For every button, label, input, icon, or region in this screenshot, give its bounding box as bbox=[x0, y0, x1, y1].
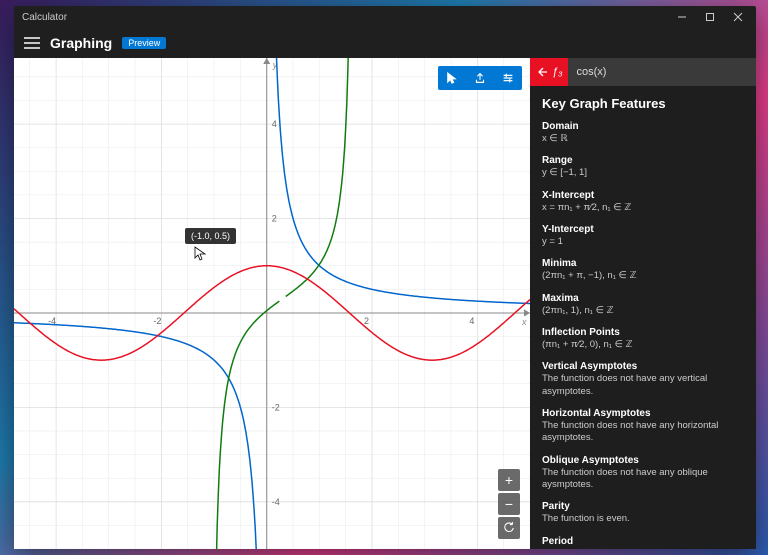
feature-name: Y-Intercept bbox=[542, 224, 744, 235]
feature-item: X-Interceptx = πn₁ + π⁄2, n₁ ∈ ℤ bbox=[542, 190, 744, 214]
feature-item: Minima(2πn₁ + π, −1), n₁ ∈ ℤ bbox=[542, 258, 744, 282]
feature-value: x = πn₁ + π⁄2, n₁ ∈ ℤ bbox=[542, 202, 744, 214]
feature-value: y ∈ [−1, 1] bbox=[542, 167, 744, 179]
feature-value: The function does not have any vertical … bbox=[542, 373, 744, 398]
preview-badge: Preview bbox=[122, 37, 166, 49]
content-area: -4-224-4-224xy (-1.0, 0.5) + − ƒ₃ cos(x) bbox=[14, 58, 756, 549]
feature-item: Horizontal AsymptotesThe function does n… bbox=[542, 408, 744, 445]
feature-value: x ∈ ℝ bbox=[542, 133, 744, 145]
menu-icon[interactable] bbox=[24, 36, 40, 50]
features-title: Key Graph Features bbox=[542, 96, 744, 111]
svg-text:x: x bbox=[521, 317, 527, 327]
back-button[interactable]: ƒ₃ bbox=[530, 58, 568, 86]
feature-name: Vertical Asymptotes bbox=[542, 361, 744, 372]
titlebar: Calculator bbox=[14, 6, 756, 28]
feature-item: Y-Intercepty = 1 bbox=[542, 224, 744, 248]
mode-title: Graphing bbox=[50, 35, 112, 51]
feature-value: The function is even. bbox=[542, 513, 744, 525]
feature-name: Horizontal Asymptotes bbox=[542, 408, 744, 419]
feature-name: Oblique Asymptotes bbox=[542, 455, 744, 466]
share-button[interactable] bbox=[466, 66, 494, 90]
zoom-controls: + − bbox=[498, 469, 520, 539]
zoom-out-button[interactable]: − bbox=[498, 493, 520, 515]
feature-name: Domain bbox=[542, 121, 744, 132]
feature-name: Parity bbox=[542, 501, 744, 512]
svg-text:4: 4 bbox=[272, 119, 277, 129]
feature-value: 2π bbox=[542, 548, 744, 549]
features-list: Domainx ∈ ℝRangey ∈ [−1, 1]X-Interceptx … bbox=[542, 121, 744, 549]
graph-canvas[interactable]: -4-224-4-224xy (-1.0, 0.5) + − bbox=[14, 58, 530, 549]
svg-text:-2: -2 bbox=[272, 402, 280, 412]
feature-item: Maxima(2πn₁, 1), n₁ ∈ ℤ bbox=[542, 293, 744, 317]
feature-name: Minima bbox=[542, 258, 744, 269]
feature-item: Inflection Points(πn₁ + π⁄2, 0), n₁ ∈ ℤ bbox=[542, 327, 744, 351]
arrow-left-icon bbox=[536, 66, 548, 78]
close-button[interactable] bbox=[724, 7, 752, 27]
feature-value: (2πn₁, 1), n₁ ∈ ℤ bbox=[542, 305, 744, 317]
feature-value: y = 1 bbox=[542, 236, 744, 248]
app-window: Calculator Graphing Preview -4-224-4-224… bbox=[14, 6, 756, 549]
feature-item: Vertical AsymptotesThe function does not… bbox=[542, 361, 744, 398]
window-controls bbox=[668, 7, 752, 27]
graph-svg: -4-224-4-224xy bbox=[14, 58, 530, 549]
feature-value: (πn₁ + π⁄2, 0), n₁ ∈ ℤ bbox=[542, 339, 744, 351]
graph-toolbar bbox=[438, 66, 522, 90]
panel-body[interactable]: Key Graph Features Domainx ∈ ℝ Rangey ∈ [… bbox=[530, 86, 756, 549]
feature-value: The function does not have any oblique a… bbox=[542, 467, 744, 492]
function-expression: cos(x) bbox=[568, 58, 756, 86]
svg-text:2: 2 bbox=[364, 316, 369, 326]
zoom-in-button[interactable]: + bbox=[498, 469, 520, 491]
window-title: Calculator bbox=[22, 12, 668, 23]
maximize-button[interactable] bbox=[696, 7, 724, 27]
pointer-tool-button[interactable] bbox=[438, 66, 466, 90]
panel-header: ƒ₃ cos(x) bbox=[530, 58, 756, 86]
feature-name: Range bbox=[542, 155, 744, 166]
settings-button[interactable] bbox=[494, 66, 522, 90]
feature-item: Rangey ∈ [−1, 1] bbox=[542, 155, 744, 179]
function-label: ƒ₃ bbox=[552, 66, 562, 78]
feature-item: Period2π bbox=[542, 536, 744, 549]
features-panel: ƒ₃ cos(x) Key Graph Features Domainx ∈ ℝ… bbox=[530, 58, 756, 549]
feature-name: Maxima bbox=[542, 293, 744, 304]
feature-name: Period bbox=[542, 536, 744, 547]
feature-item: ParityThe function is even. bbox=[542, 501, 744, 525]
svg-text:4: 4 bbox=[469, 316, 474, 326]
feature-item: Domainx ∈ ℝ bbox=[542, 121, 744, 145]
feature-value: (2πn₁ + π, −1), n₁ ∈ ℤ bbox=[542, 270, 744, 282]
svg-text:-4: -4 bbox=[272, 497, 280, 507]
minimize-button[interactable] bbox=[668, 7, 696, 27]
svg-text:-2: -2 bbox=[153, 316, 161, 326]
svg-text:2: 2 bbox=[272, 214, 277, 224]
feature-name: Inflection Points bbox=[542, 327, 744, 338]
feature-item: Oblique AsymptotesThe function does not … bbox=[542, 455, 744, 492]
zoom-reset-button[interactable] bbox=[498, 517, 520, 539]
feature-value: The function does not have any horizonta… bbox=[542, 420, 744, 445]
app-header: Graphing Preview bbox=[14, 28, 756, 58]
feature-name: X-Intercept bbox=[542, 190, 744, 201]
